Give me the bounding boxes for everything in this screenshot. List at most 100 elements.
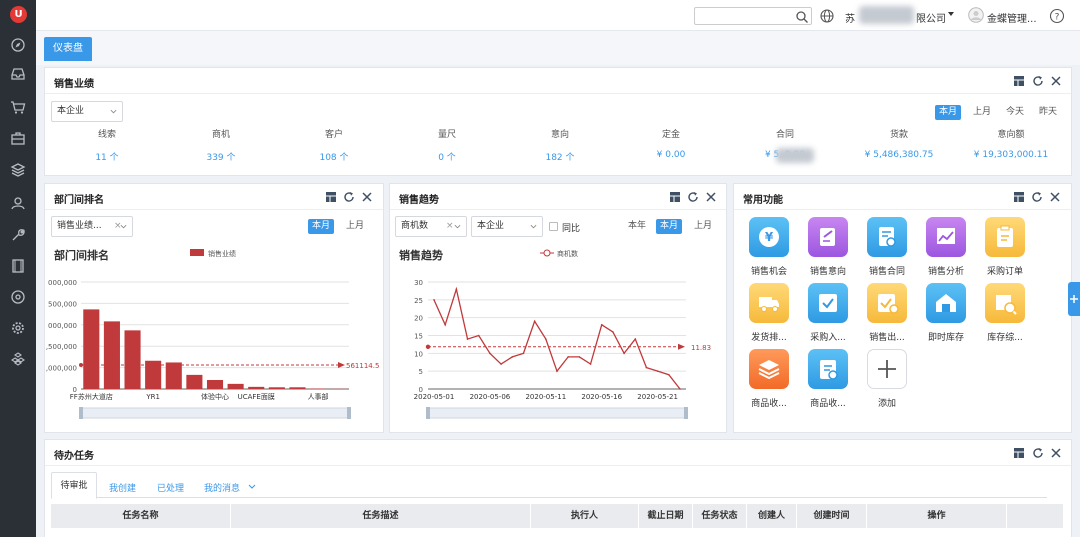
function-purchase-inbound[interactable]: 采购入...: [800, 283, 856, 343]
company-name-prefix[interactable]: 苏: [845, 10, 855, 25]
avatar[interactable]: [968, 7, 984, 23]
stat-intents[interactable]: 意向 182 个: [510, 127, 610, 163]
stat-value[interactable]: 108 个: [284, 150, 384, 163]
stat-value[interactable]: 182 个: [510, 150, 610, 163]
edit-icon: [808, 217, 848, 257]
yoy-label[interactable]: 同比: [562, 221, 580, 234]
function-realtime-inventory[interactable]: 即时库存: [918, 283, 974, 343]
chevron-down-icon[interactable]: [947, 10, 955, 18]
tab-dashboard[interactable]: 仪表盘: [44, 37, 92, 61]
stat-measurements[interactable]: 量尺 0 个: [397, 127, 497, 163]
wrench-icon[interactable]: [8, 225, 28, 245]
gear-icon[interactable]: [8, 318, 28, 338]
function-purchase-order[interactable]: 采购订单: [977, 217, 1033, 277]
period-this-month[interactable]: 本月: [935, 105, 962, 120]
function-add[interactable]: 添加: [859, 349, 915, 409]
period-this-month[interactable]: 本月: [308, 219, 335, 234]
stat-intent-amount[interactable]: 意向额 ¥ 19,303,000.11: [961, 127, 1061, 160]
layout-icon[interactable]: [1013, 447, 1025, 459]
col-task-name[interactable]: 任务名称: [51, 504, 231, 528]
function-sales-outbound[interactable]: 销售出...: [859, 283, 915, 343]
inbox-icon[interactable]: [8, 64, 28, 84]
clear-icon[interactable]: ×: [446, 217, 454, 236]
layout-icon[interactable]: [1013, 191, 1025, 203]
col-task-desc[interactable]: 任务描述: [231, 504, 531, 528]
company-name-suffix[interactable]: 限公司: [916, 10, 946, 25]
stat-value[interactable]: 0 个: [397, 150, 497, 163]
period-last-month[interactable]: 上月: [342, 219, 368, 234]
chevron-down-icon[interactable]: [248, 484, 256, 490]
period-this-month[interactable]: 本月: [656, 219, 683, 234]
scope-select[interactable]: 本企业: [51, 101, 123, 122]
period-this-year[interactable]: 本年: [624, 219, 650, 234]
cart-icon[interactable]: [8, 97, 28, 117]
refresh-icon[interactable]: [1031, 191, 1043, 203]
stat-deposit[interactable]: 定金 ¥ 0.00: [621, 127, 721, 160]
layout-icon[interactable]: [325, 191, 337, 203]
function-inventory-summary[interactable]: 库存综...: [977, 283, 1033, 343]
stat-customers[interactable]: 客户 108 个: [284, 127, 384, 163]
col-executor[interactable]: 执行人: [531, 504, 639, 528]
col-due-date[interactable]: 截止日期: [639, 504, 693, 528]
refresh-icon[interactable]: [687, 191, 699, 203]
film-icon[interactable]: [8, 256, 28, 276]
zoom-handle-right: [684, 407, 688, 419]
cubes-icon[interactable]: [8, 349, 28, 369]
tab-created-by-me[interactable]: 我创建: [109, 481, 136, 494]
close-icon[interactable]: [361, 191, 373, 203]
layout-icon[interactable]: [669, 191, 681, 203]
stat-value[interactable]: 11 个: [57, 150, 157, 163]
close-icon[interactable]: [1050, 75, 1062, 87]
tab-my-messages[interactable]: 我的消息: [204, 481, 240, 494]
user-icon[interactable]: [8, 193, 28, 213]
period-today[interactable]: 今天: [1002, 105, 1028, 120]
tab-pending-approval[interactable]: 待审批: [51, 472, 97, 499]
col-actions[interactable]: 操作: [867, 504, 1007, 528]
expand-tab[interactable]: [1068, 282, 1080, 316]
col-create-time[interactable]: 创建时间: [797, 504, 867, 528]
task-tabs: 待审批 我创建 已处理 我的消息: [51, 472, 1047, 499]
col-creator[interactable]: 创建人: [747, 504, 797, 528]
user-name[interactable]: 金蝶管理...: [987, 10, 1037, 25]
refresh-icon[interactable]: [1032, 447, 1044, 459]
period-last-month[interactable]: 上月: [690, 219, 716, 234]
stat-value[interactable]: ¥ 19,303,000.11: [961, 150, 1061, 160]
function-shipping-schedule[interactable]: 发货排...: [741, 283, 797, 343]
period-last-month[interactable]: 上月: [969, 105, 995, 120]
function-goods-receipt-2[interactable]: 商品收...: [800, 349, 856, 409]
function-goods-receipt-1[interactable]: 商品收...: [741, 349, 797, 409]
metric-select[interactable]: 商机数 ×: [395, 216, 467, 237]
tab-processed[interactable]: 已处理: [157, 481, 184, 494]
col-task-status[interactable]: 任务状态: [693, 504, 747, 528]
stat-opportunities[interactable]: 商机 339 个: [171, 127, 271, 163]
function-sales-contract[interactable]: 销售合同: [859, 217, 915, 277]
scope-select[interactable]: 本企业: [471, 216, 543, 237]
compass-icon[interactable]: [8, 35, 28, 55]
close-icon[interactable]: [1050, 447, 1062, 459]
layout-icon[interactable]: [1013, 75, 1025, 87]
period-yesterday[interactable]: 昨天: [1035, 105, 1061, 120]
refresh-icon[interactable]: [1032, 75, 1044, 87]
stat-leads[interactable]: 线索 11 个: [57, 127, 157, 163]
stat-value[interactable]: ¥ 5,486,380.75: [849, 150, 949, 160]
layers-icon[interactable]: [8, 160, 28, 180]
function-label: 销售意向: [809, 267, 846, 277]
refresh-icon[interactable]: [343, 191, 355, 203]
close-icon[interactable]: [1049, 191, 1061, 203]
briefcase-icon[interactable]: [8, 128, 28, 148]
yoy-checkbox[interactable]: [549, 222, 558, 231]
function-sales-analysis[interactable]: 销售分析: [918, 217, 974, 277]
globe-icon[interactable]: [819, 8, 835, 24]
aperture-icon[interactable]: [8, 287, 28, 307]
function-sales-intent[interactable]: 销售意向: [800, 217, 856, 277]
todo-tasks-panel: 待办任务 待审批 我创建 已处理 我的消息 任务名称 任务描述 执行人 截止日期…: [44, 439, 1072, 537]
function-sales-opportunity[interactable]: ¥ 销售机会: [741, 217, 797, 277]
close-icon[interactable]: [705, 191, 717, 203]
stat-payment[interactable]: 货款 ¥ 5,486,380.75: [849, 127, 949, 160]
metric-select[interactable]: 销售业绩... ×: [51, 216, 133, 237]
stat-value[interactable]: 339 个: [171, 150, 271, 163]
help-icon[interactable]: ?: [1049, 8, 1065, 24]
stat-value[interactable]: ¥ 0.00: [621, 150, 721, 160]
search-input[interactable]: [694, 7, 812, 25]
search-icon[interactable]: [795, 10, 809, 24]
